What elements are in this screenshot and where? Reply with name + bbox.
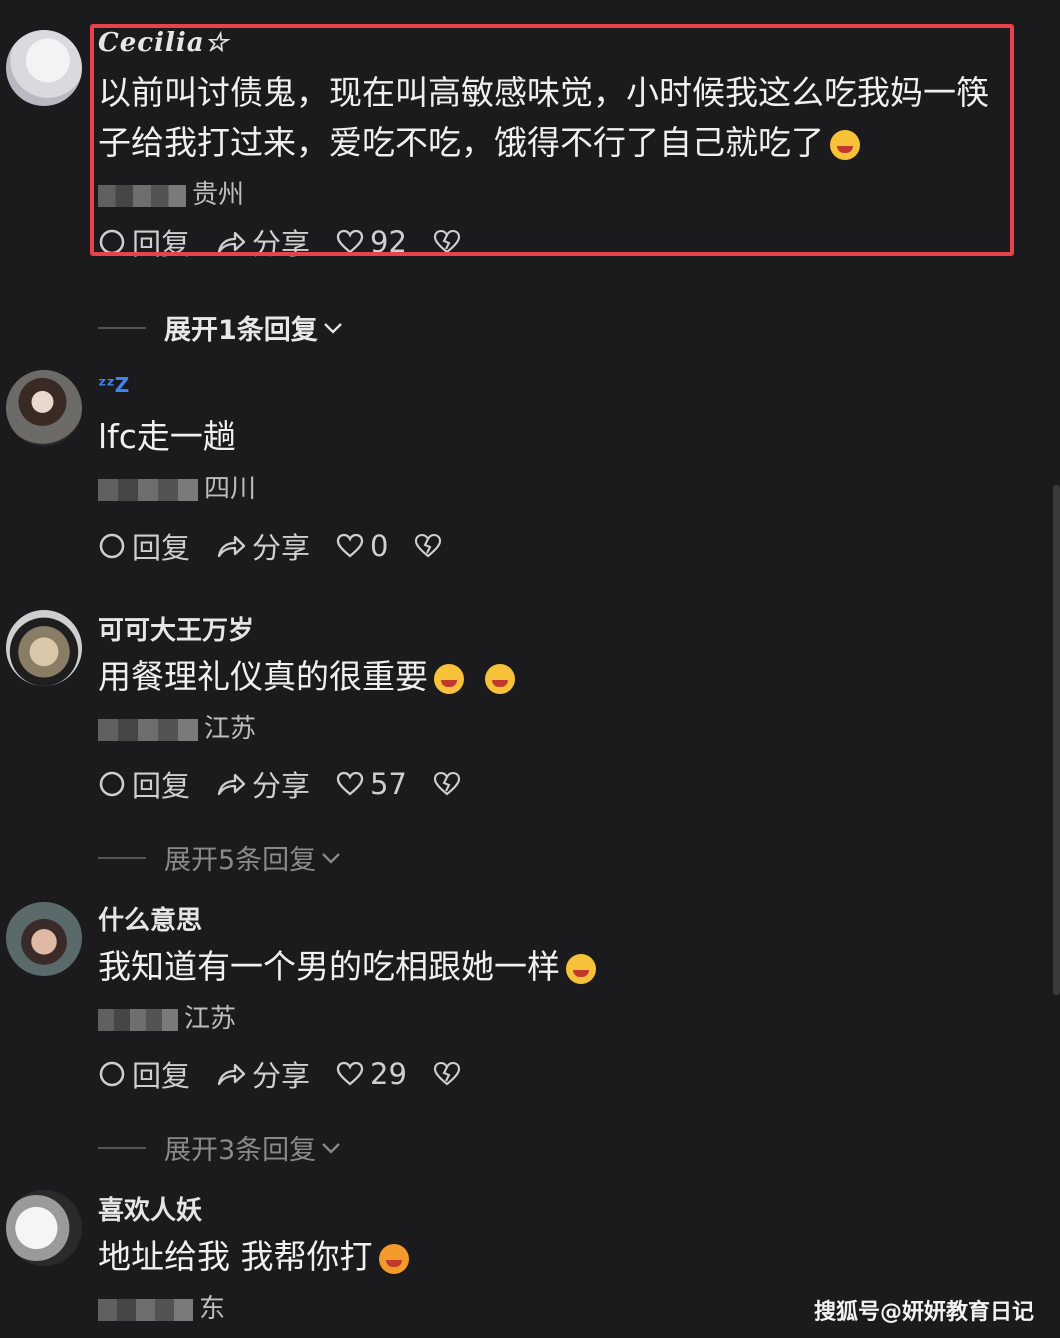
dislike-button[interactable]: [433, 771, 467, 797]
like-button[interactable]: 57: [336, 767, 407, 801]
location-text: 四川: [204, 474, 257, 504]
blurred-region: [98, 1008, 178, 1031]
comment-text-content: 我知道有一个男的吃相跟她一样: [98, 947, 560, 986]
comment-text-content: 地址给我 我帮你打: [98, 1237, 373, 1276]
expand-label: 展开5条回复: [164, 845, 317, 876]
share-label: 分享: [252, 531, 311, 565]
share-label: 分享: [252, 1059, 311, 1093]
comment-text: lfc走一趟: [98, 417, 236, 456]
comment-icon: [99, 1061, 125, 1087]
username[interactable]: 可可大王万岁: [98, 616, 1020, 646]
comment-text: 我知道有一个男的吃相跟她一样: [98, 942, 1020, 992]
heart-icon: [336, 533, 364, 558]
reply-label: 回复: [132, 1059, 191, 1093]
avatar[interactable]: [6, 370, 82, 446]
share-icon: [217, 535, 246, 558]
divider: [98, 1146, 146, 1149]
comment-icon: [99, 533, 125, 559]
like-count: 29: [370, 1057, 407, 1091]
blurred-region: [98, 1298, 193, 1321]
broken-heart-icon: [415, 533, 442, 558]
comment-text: 地址给我 我帮你打: [98, 1232, 1020, 1282]
action-bar: 回复 分享 57: [98, 764, 1020, 804]
location-text: 东: [199, 1294, 226, 1324]
divider: [98, 856, 146, 859]
share-icon: [217, 1063, 246, 1086]
location: 四川: [98, 468, 1020, 508]
scrollbar[interactable]: [1053, 485, 1060, 995]
like-count: 0: [370, 529, 389, 563]
like-count: 57: [370, 767, 407, 801]
share-icon: [217, 773, 246, 796]
expand-label: 展开1条回复: [164, 315, 318, 346]
share-button[interactable]: 分享: [216, 763, 310, 805]
comment-icon: [99, 771, 125, 797]
share-button[interactable]: 分享: [216, 525, 310, 567]
grimace-emoji-icon: [434, 663, 464, 694]
avatar[interactable]: [6, 610, 82, 686]
dizzy-face-emoji-icon: [566, 953, 596, 984]
blurred-region: [98, 478, 198, 501]
grimace-emoji-icon: [484, 663, 515, 694]
comment-text-content: 用餐理礼仪真的很重要: [98, 657, 428, 696]
chevron-down-icon: [322, 852, 341, 864]
share-button[interactable]: 分享: [216, 1053, 310, 1095]
avatar[interactable]: [6, 30, 82, 106]
watermark: 搜狐号@妍妍教育日记: [813, 1300, 1034, 1325]
location-text: 江苏: [184, 1004, 237, 1034]
avatar[interactable]: [6, 900, 82, 976]
reply-button[interactable]: 回复: [98, 763, 190, 805]
tongue-face-emoji-icon: [378, 1243, 409, 1274]
expand-replies[interactable]: 展开1条回复: [98, 308, 344, 347]
heart-icon: [336, 771, 364, 796]
reply-button[interactable]: 回复: [98, 1053, 190, 1095]
highlight-box: [90, 24, 1014, 256]
comment-text: 用餐理礼仪真的很重要: [98, 652, 1020, 702]
blurred-region: [98, 718, 198, 741]
location-text: 江苏: [204, 714, 257, 744]
like-button[interactable]: 29: [336, 1057, 407, 1091]
expand-label: 展开3条回复: [164, 1135, 317, 1166]
chevron-down-icon: [322, 1142, 341, 1154]
broken-heart-icon: [433, 1061, 460, 1086]
username[interactable]: ᶻᶻZ: [98, 370, 1020, 400]
share-label: 分享: [252, 769, 311, 803]
location: 江苏: [98, 998, 1020, 1038]
username[interactable]: 喜欢人妖: [98, 1196, 1020, 1226]
reply-button[interactable]: 回复: [98, 525, 190, 567]
broken-heart-icon: [433, 771, 460, 796]
like-button[interactable]: 0: [336, 529, 388, 563]
expand-replies[interactable]: 展开5条回复: [98, 838, 342, 877]
heart-icon: [336, 1061, 364, 1086]
username[interactable]: 什么意思: [98, 906, 1020, 936]
divider: [98, 326, 146, 329]
expand-replies[interactable]: 展开3条回复: [98, 1128, 342, 1167]
reply-label: 回复: [132, 769, 191, 803]
dislike-button[interactable]: [433, 1061, 467, 1087]
avatar[interactable]: [6, 1190, 82, 1266]
chevron-down-icon: [323, 322, 342, 334]
reply-label: 回复: [132, 531, 191, 565]
dislike-button[interactable]: [414, 533, 448, 559]
action-bar: 回复 分享 29: [98, 1054, 1020, 1094]
action-bar: 回复 分享 0: [98, 526, 1020, 566]
location: 江苏: [98, 708, 1020, 748]
